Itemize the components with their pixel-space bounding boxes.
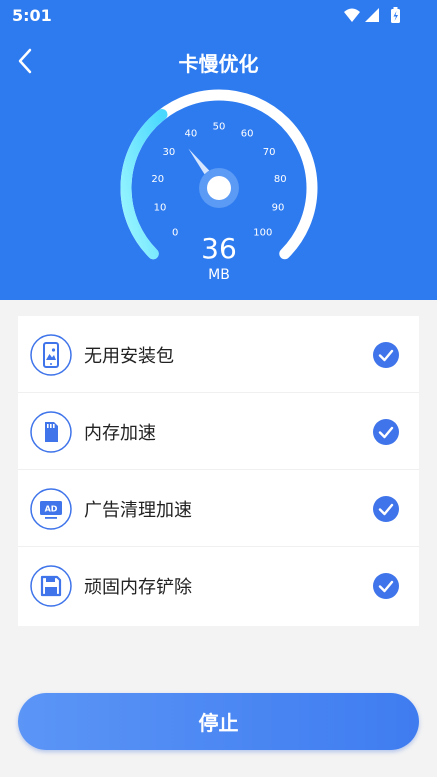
list-item[interactable]: 内存加速 (18, 393, 419, 470)
check-icon (373, 496, 399, 522)
signal-icon (365, 8, 379, 22)
status-time: 5:01 (12, 6, 52, 25)
task-label: 无用安装包 (84, 346, 174, 367)
gauge-tick-label: 90 (272, 203, 285, 214)
check-icon (373, 419, 399, 445)
title-bar: 卡慢优化 (0, 40, 437, 80)
task-label: 广告清理加速 (84, 500, 192, 521)
gauge-tick-label: 60 (241, 128, 254, 139)
phone-image-icon (30, 334, 72, 376)
task-label: 顽固内存铲除 (84, 577, 192, 598)
gauge-tick-label: 50 (213, 122, 226, 133)
list-item[interactable]: AD 广告清理加速 (18, 470, 419, 547)
gauge-tick-label: 10 (154, 203, 167, 214)
page-title: 卡慢优化 (178, 52, 259, 76)
task-list: 无用安装包 内存加速 AD 广告清理加速 顽固内存铲除 (18, 316, 419, 626)
sd-card-icon (30, 411, 72, 453)
gauge-tick-label: 40 (184, 128, 197, 139)
header-panel: 5:01 卡慢优化 0 10 20 30 40 50 60 70 80 90 100 (0, 0, 437, 300)
gauge-reading: 36 MB (169, 232, 269, 284)
check-icon (373, 342, 399, 368)
status-bar: 5:01 (0, 0, 437, 32)
status-icons (344, 7, 400, 23)
floppy-disk-icon (30, 565, 72, 607)
gauge-unit: MB (208, 267, 230, 283)
gauge-hub-inner (207, 176, 231, 200)
list-item[interactable]: 无用安装包 (18, 316, 419, 393)
gauge-tick-label: 30 (162, 147, 175, 158)
wifi-icon (344, 8, 360, 22)
task-label: 内存加速 (84, 423, 156, 444)
battery-icon (391, 7, 400, 23)
ad-icon: AD (30, 488, 72, 530)
stop-button[interactable]: 停止 (18, 693, 419, 750)
gauge-value: 36 (201, 232, 237, 265)
gauge-tick-label: 80 (274, 174, 287, 185)
gauge-tick-label: 20 (151, 174, 164, 185)
gauge-tick-label: 70 (263, 147, 276, 158)
list-item[interactable]: 顽固内存铲除 (18, 547, 419, 624)
svg-text:AD: AD (45, 505, 58, 514)
check-icon (373, 573, 399, 599)
